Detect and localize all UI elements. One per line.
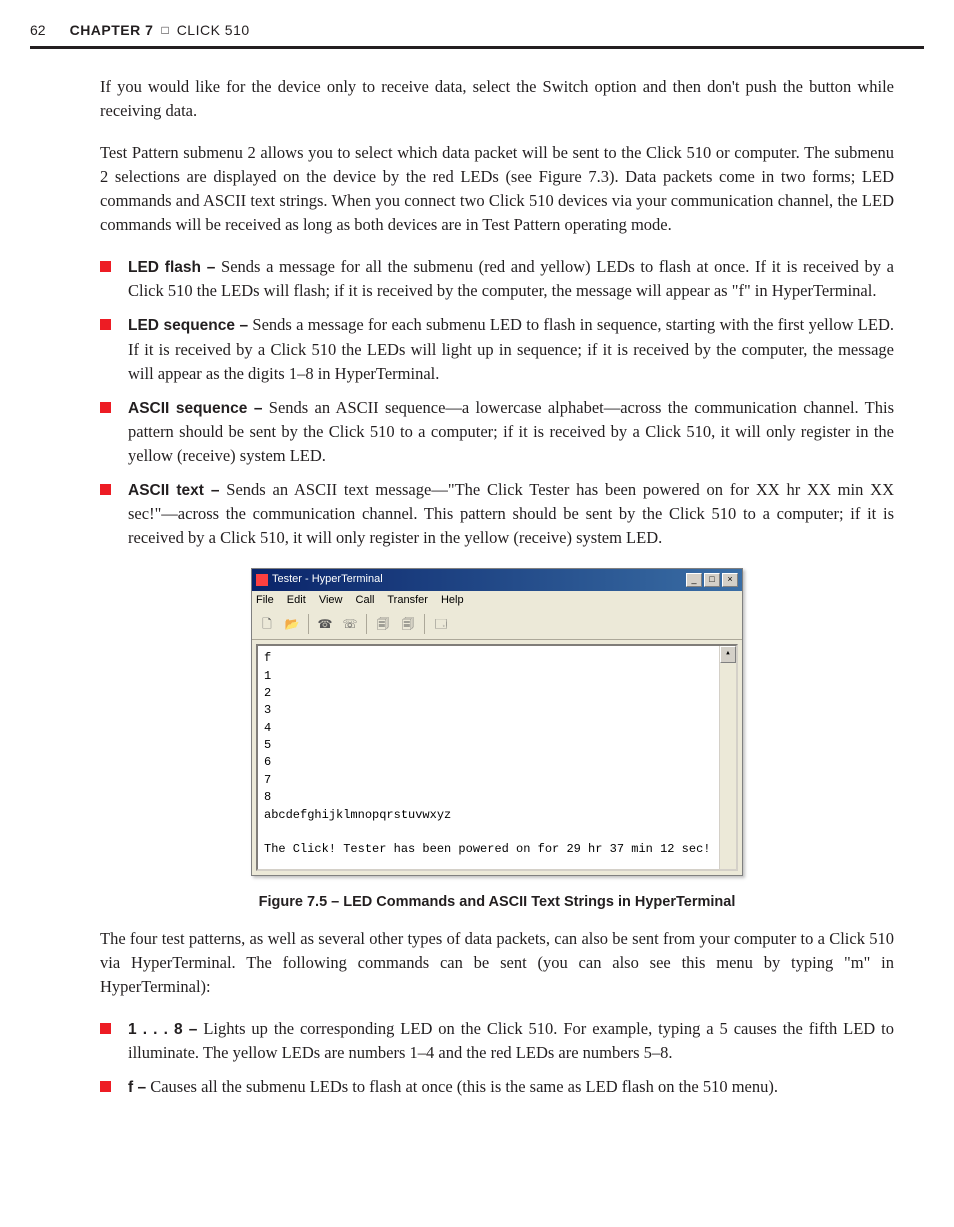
toolbar: 🗋 📂 ☎ ☏ 🗐 🗐 🗔 bbox=[252, 611, 742, 640]
intro-paragraph-1: If you would like for the device only to… bbox=[100, 75, 894, 123]
bullet-term: f – bbox=[128, 1079, 146, 1096]
list-item: ASCII text – Sends an ASCII text message… bbox=[100, 478, 894, 550]
menu-item: Transfer bbox=[387, 594, 428, 606]
figure-7-5: Tester - HyperTerminal _ □ × File Edit V… bbox=[100, 568, 894, 913]
menu-item: View bbox=[319, 594, 343, 606]
menu-item: Help bbox=[441, 594, 464, 606]
after-figure-paragraph: The four test patterns, as well as sever… bbox=[100, 927, 894, 999]
chapter-separator: □ bbox=[161, 22, 168, 39]
chapter-label: CHAPTER 7 bbox=[70, 20, 154, 40]
app-icon bbox=[256, 574, 268, 586]
menubar: File Edit View Call Transfer Help bbox=[252, 591, 742, 611]
toolbar-separator bbox=[308, 614, 309, 634]
toolbar-separator bbox=[424, 614, 425, 634]
close-icon: × bbox=[722, 573, 738, 587]
bullet-term: 1 . . . 8 – bbox=[128, 1021, 197, 1038]
list-item: ASCII sequence – Sends an ASCII sequence… bbox=[100, 396, 894, 468]
menu-item: File bbox=[256, 594, 274, 606]
chapter-title: CLICK 510 bbox=[177, 20, 250, 40]
receive-icon: 🗐 bbox=[397, 614, 419, 636]
list-item: LED flash – Sends a message for all the … bbox=[100, 255, 894, 303]
bullet-term: ASCII sequence – bbox=[128, 400, 262, 417]
page-header: 62 CHAPTER 7 □ CLICK 510 bbox=[30, 20, 924, 49]
bullet-text: Lights up the corresponding LED on the C… bbox=[128, 1019, 894, 1062]
scrollbar: ▴ bbox=[719, 646, 736, 869]
intro-paragraph-2: Test Pattern submenu 2 allows you to sel… bbox=[100, 141, 894, 237]
window-buttons: _ □ × bbox=[686, 573, 738, 587]
send-icon: 🗐 bbox=[372, 614, 394, 636]
list-item: f – Causes all the submenu LEDs to flash… bbox=[100, 1075, 894, 1099]
bullet-list-a: LED flash – Sends a message for all the … bbox=[100, 255, 894, 550]
minimize-icon: _ bbox=[686, 573, 702, 587]
connect-icon: ☎ bbox=[314, 614, 336, 636]
page-content: If you would like for the device only to… bbox=[100, 75, 894, 1099]
bullet-list-b: 1 . . . 8 – Lights up the corresponding … bbox=[100, 1017, 894, 1100]
bullet-term: LED flash – bbox=[128, 259, 215, 276]
toolbar-separator bbox=[366, 614, 367, 634]
list-item: 1 . . . 8 – Lights up the corresponding … bbox=[100, 1017, 894, 1065]
menu-item: Call bbox=[356, 594, 375, 606]
menu-item: Edit bbox=[287, 594, 306, 606]
scroll-up-icon: ▴ bbox=[720, 646, 736, 663]
hyperterminal-window: Tester - HyperTerminal _ □ × File Edit V… bbox=[251, 568, 743, 876]
bullet-text: Causes all the submenu LEDs to flash at … bbox=[146, 1077, 778, 1096]
bullet-term: ASCII text – bbox=[128, 482, 220, 499]
terminal-text: f 1 2 3 4 5 6 7 8 abcdefghijklmnopqrstuv… bbox=[264, 651, 710, 856]
window-title: Tester - HyperTerminal bbox=[272, 572, 686, 588]
page-number: 62 bbox=[30, 20, 46, 40]
figure-caption: Figure 7.5 – LED Commands and ASCII Text… bbox=[100, 892, 894, 913]
maximize-icon: □ bbox=[704, 573, 720, 587]
window-titlebar: Tester - HyperTerminal _ □ × bbox=[252, 569, 742, 591]
bullet-text: Sends a message for all the submenu (red… bbox=[128, 257, 894, 300]
list-item: LED sequence – Sends a message for each … bbox=[100, 313, 894, 385]
bullet-text: Sends an ASCII text message—"The Click T… bbox=[128, 480, 894, 547]
bullet-term: LED sequence – bbox=[128, 317, 248, 334]
terminal-output: f 1 2 3 4 5 6 7 8 abcdefghijklmnopqrstuv… bbox=[256, 644, 738, 871]
disconnect-icon: ☏ bbox=[339, 614, 361, 636]
open-icon: 📂 bbox=[281, 614, 303, 636]
new-icon: 🗋 bbox=[256, 614, 278, 636]
properties-icon: 🗔 bbox=[430, 614, 452, 636]
